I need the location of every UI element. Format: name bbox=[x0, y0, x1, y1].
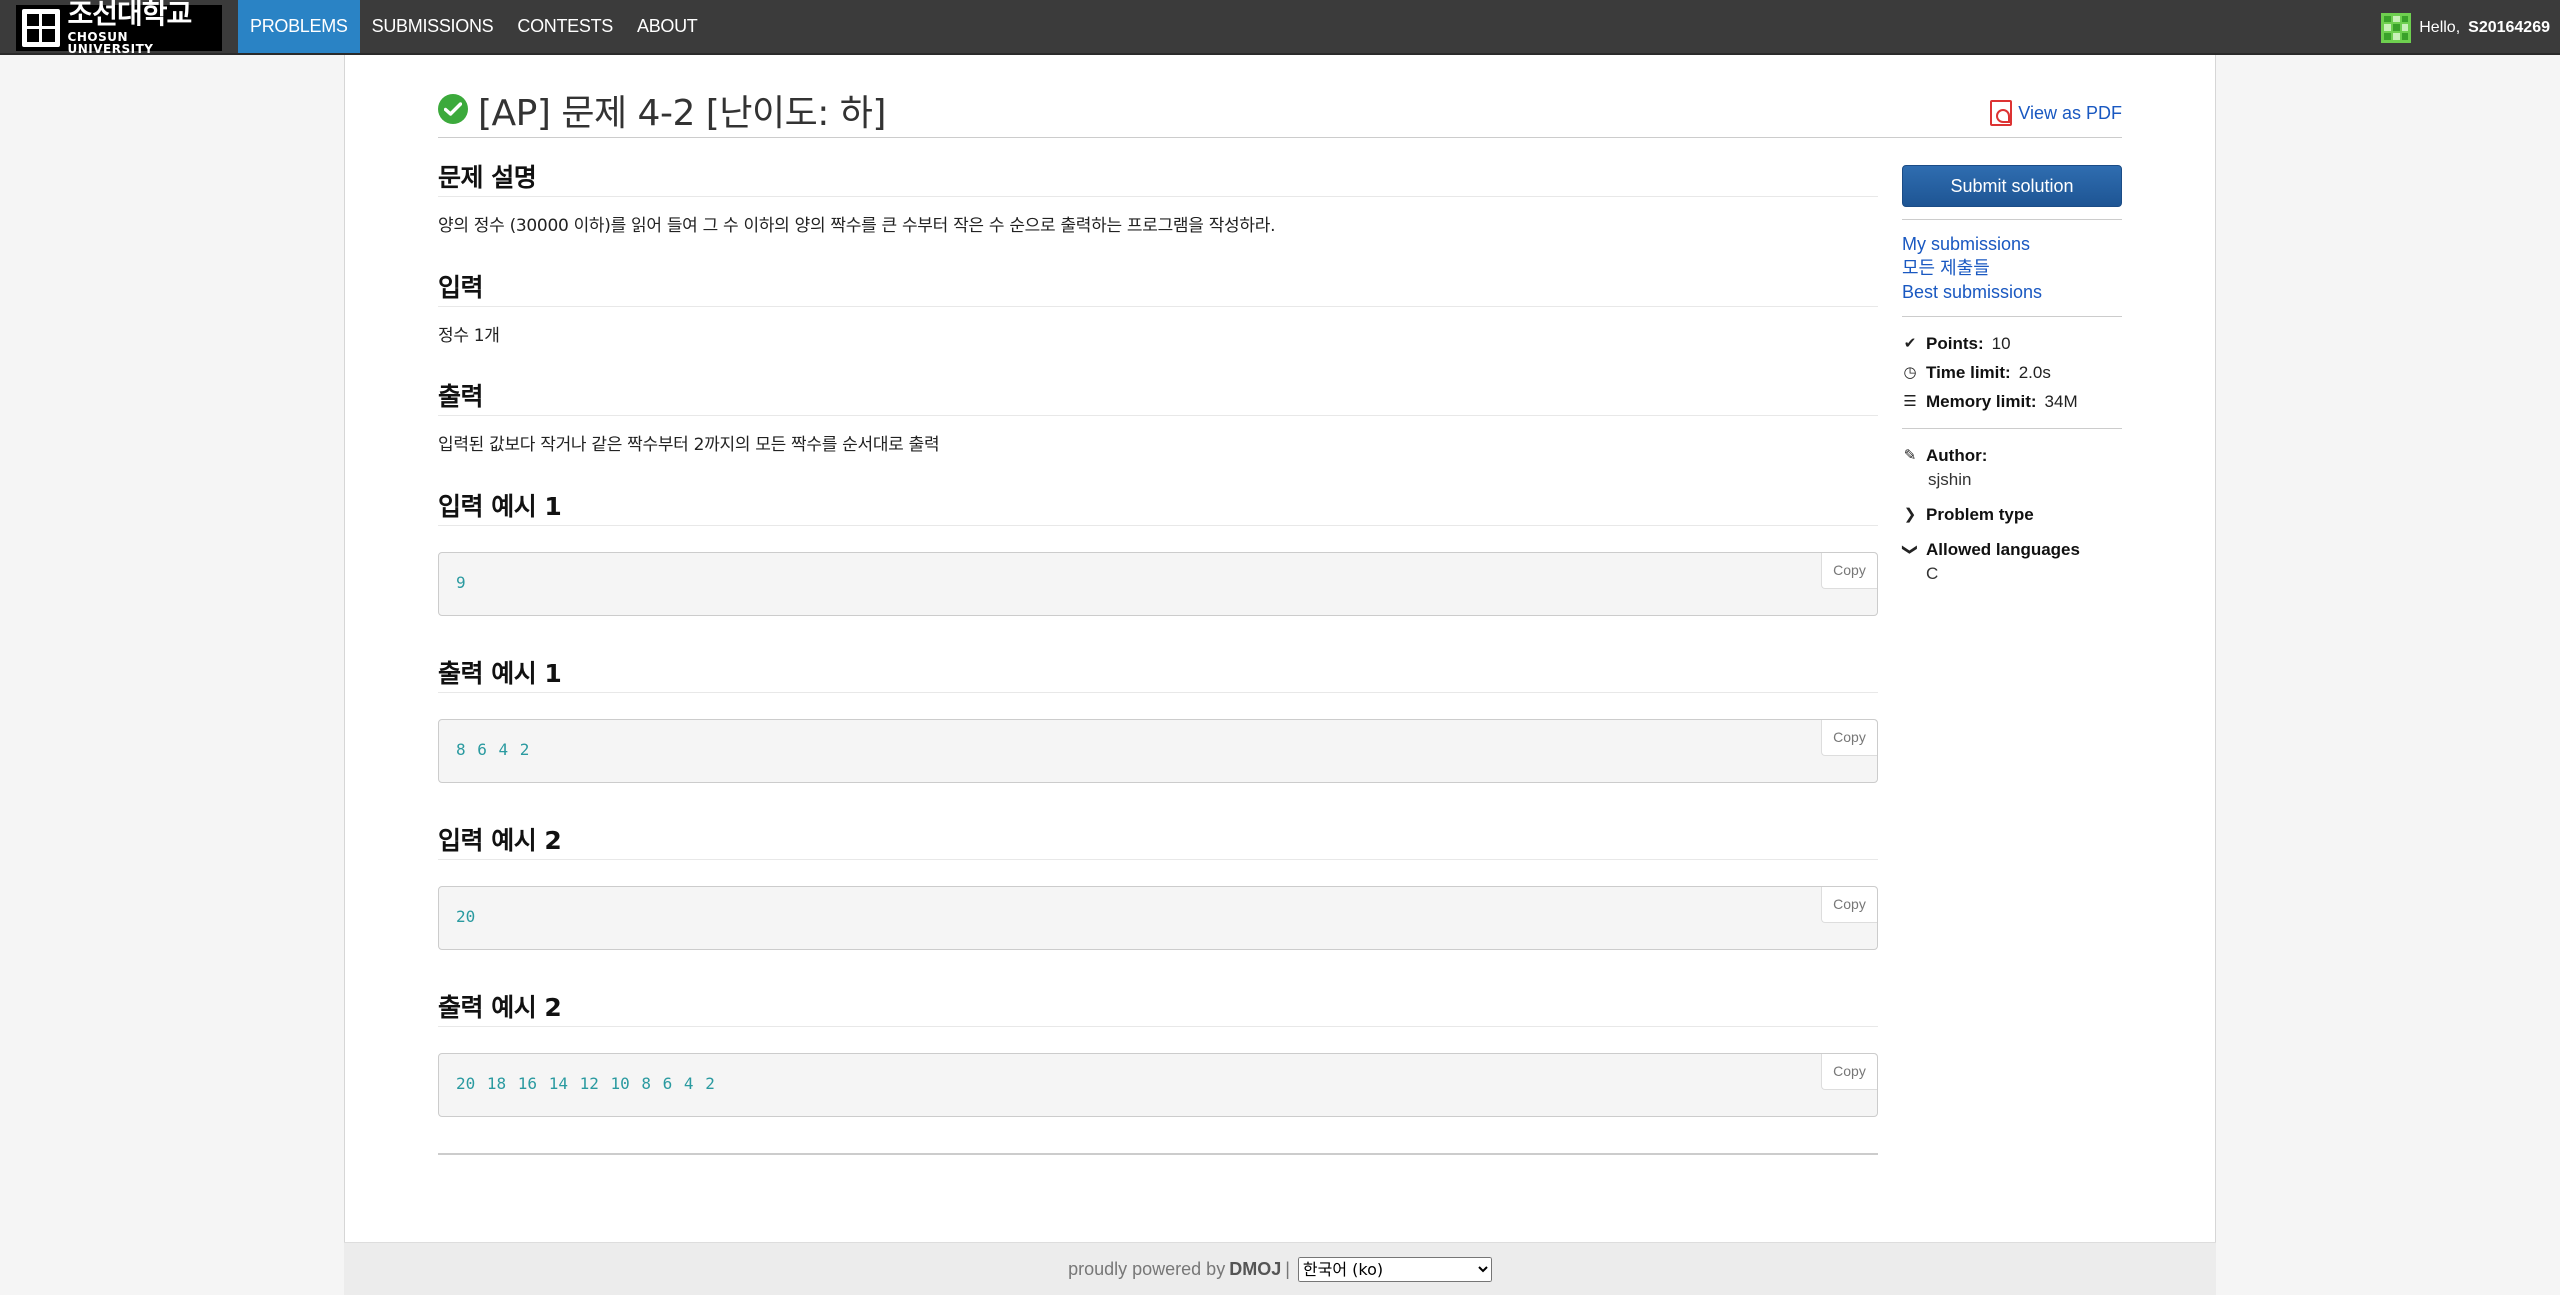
submit-solution-button[interactable]: Submit solution bbox=[1902, 165, 2122, 207]
copy-button[interactable]: Copy bbox=[1821, 886, 1877, 923]
page-title: [AP] 문제 4-2 [난이도: 하] bbox=[478, 93, 886, 134]
description-text: 양의 정수 (30000 이하)를 읽어 들여 그 수 이하의 양의 짝수를 큰… bbox=[438, 216, 1276, 236]
nav-contests[interactable]: CONTESTS bbox=[505, 0, 625, 53]
example-heading: 입력 예시 1 bbox=[438, 479, 1878, 526]
footer: proudly powered by DMOJ | 한국어 (ko) bbox=[344, 1242, 2216, 1295]
divider bbox=[1902, 316, 2122, 317]
input-text: 정수 1개 bbox=[438, 325, 500, 346]
user-menu[interactable]: Hello, S20164269 bbox=[2381, 0, 2550, 55]
edit-icon: ✎ bbox=[1903, 447, 1917, 464]
logo-box: 조선대학교 CHOSUN UNIVERSITY bbox=[16, 0, 222, 55]
memory-limit-row: ☰ Memory limit: 34M bbox=[1902, 387, 2122, 416]
sample-code[interactable]: 20 18 16 14 12 10 8 6 4 2 bbox=[456, 1074, 715, 1093]
example-heading: 입력 예시 2 bbox=[438, 813, 1878, 860]
example-heading: 출력 예시 2 bbox=[438, 980, 1878, 1027]
time-limit-row: ◷ Time limit: 2.0s bbox=[1902, 358, 2122, 387]
copy-button[interactable]: Copy bbox=[1821, 552, 1877, 589]
clock-icon: ◷ bbox=[1903, 364, 1917, 381]
avatar bbox=[2381, 12, 2412, 43]
logo-korean: 조선대학교 bbox=[67, 0, 193, 30]
check-icon: ✔ bbox=[1903, 335, 1917, 352]
server-icon: ☰ bbox=[1903, 393, 1917, 410]
sample-code-block: 9 Copy bbox=[438, 551, 1878, 616]
problem-type-label: Problem type bbox=[1926, 505, 2034, 524]
problem-type-toggle[interactable]: ❯ Problem type bbox=[1902, 500, 2122, 529]
points-value: 10 bbox=[1991, 334, 2011, 353]
sample-code-block: 8 6 4 2 Copy bbox=[438, 718, 1878, 783]
output-text: 입력된 값보다 작거나 같은 짝수부터 2까지의 모든 짝수를 순서대로 출력 bbox=[438, 435, 940, 455]
sample-code-block: 20 Copy bbox=[438, 885, 1878, 950]
username[interactable]: S20164269 bbox=[2468, 19, 2550, 37]
divider bbox=[1902, 219, 2122, 220]
copy-button[interactable]: Copy bbox=[1821, 719, 1877, 756]
sample-code-block: 20 18 16 14 12 10 8 6 4 2 Copy bbox=[438, 1052, 1878, 1117]
all-submissions-link[interactable]: 모든 제출들 bbox=[1902, 256, 2122, 280]
language-select[interactable]: 한국어 (ko) bbox=[1297, 1256, 1492, 1282]
university-emblem-icon bbox=[22, 8, 60, 47]
footer-brand-link[interactable]: DMOJ bbox=[1229, 1259, 1281, 1280]
content-divider bbox=[438, 1153, 1878, 1155]
points-label: Points: bbox=[1926, 334, 1984, 353]
sample-code[interactable]: 20 bbox=[456, 907, 475, 926]
nav-problems[interactable]: PROBLEMS bbox=[238, 0, 360, 53]
author-name[interactable]: sjshin bbox=[1902, 470, 2122, 490]
copy-button[interactable]: Copy bbox=[1821, 1053, 1877, 1090]
memory-limit-value: 34M bbox=[2044, 392, 2078, 411]
divider bbox=[1902, 428, 2122, 429]
my-submissions-link[interactable]: My submissions bbox=[1902, 232, 2122, 256]
top-navbar: 조선대학교 CHOSUN UNIVERSITY PROBLEMS SUBMISS… bbox=[0, 0, 2560, 55]
view-as-pdf-link[interactable]: View as PDF bbox=[1990, 100, 2122, 126]
time-limit-value: 2.0s bbox=[2018, 363, 2051, 382]
nav-about[interactable]: ABOUT bbox=[625, 0, 710, 53]
nav-submissions[interactable]: SUBMISSIONS bbox=[360, 0, 506, 53]
output-heading: 출력 bbox=[438, 369, 1878, 416]
memory-limit-label: Memory limit: bbox=[1926, 392, 2037, 411]
allowed-languages-toggle[interactable]: ❯ Allowed languages bbox=[1902, 535, 2122, 564]
input-heading: 입력 bbox=[438, 260, 1878, 307]
description-heading: 문제 설명 bbox=[438, 150, 1878, 197]
pdf-link-label: View as PDF bbox=[2018, 102, 2122, 123]
sample-code[interactable]: 8 6 4 2 bbox=[456, 740, 529, 759]
site-logo[interactable]: 조선대학교 CHOSUN UNIVERSITY bbox=[0, 0, 238, 55]
example-heading: 출력 예시 1 bbox=[438, 646, 1878, 693]
best-submissions-link[interactable]: Best submissions bbox=[1902, 280, 2122, 304]
allowed-languages-value: C bbox=[1926, 564, 1939, 583]
problem-body: 문제 설명 양의 정수 (30000 이하)를 읽어 들여 그 수 이하의 양의… bbox=[438, 150, 1878, 1147]
allowed-languages-label: Allowed languages bbox=[1926, 540, 2080, 559]
chevron-down-icon: ❯ bbox=[1901, 543, 1919, 556]
author-row: ✎ Author: bbox=[1902, 441, 2122, 470]
logo-english: CHOSUN UNIVERSITY bbox=[67, 30, 154, 56]
problem-header: [AP] 문제 4-2 [난이도: 하] View as PDF bbox=[438, 78, 2122, 138]
logo-text: 조선대학교 CHOSUN UNIVERSITY bbox=[68, 0, 216, 55]
sample-code[interactable]: 9 bbox=[456, 573, 466, 592]
chevron-right-icon: ❯ bbox=[1903, 506, 1917, 523]
points-row: ✔ Points: 10 bbox=[1902, 329, 2122, 358]
footer-separator: | bbox=[1285, 1258, 1290, 1279]
problem-sidebar: Submit solution My submissions 모든 제출들 Be… bbox=[1902, 165, 2122, 594]
solved-check-icon bbox=[438, 94, 468, 124]
author-label: Author: bbox=[1926, 446, 1988, 465]
footer-text: proudly powered by bbox=[1068, 1258, 1226, 1279]
greeting-text: Hello, bbox=[2419, 18, 2461, 36]
pdf-icon bbox=[1990, 100, 2013, 126]
time-limit-label: Time limit: bbox=[1926, 363, 2011, 382]
